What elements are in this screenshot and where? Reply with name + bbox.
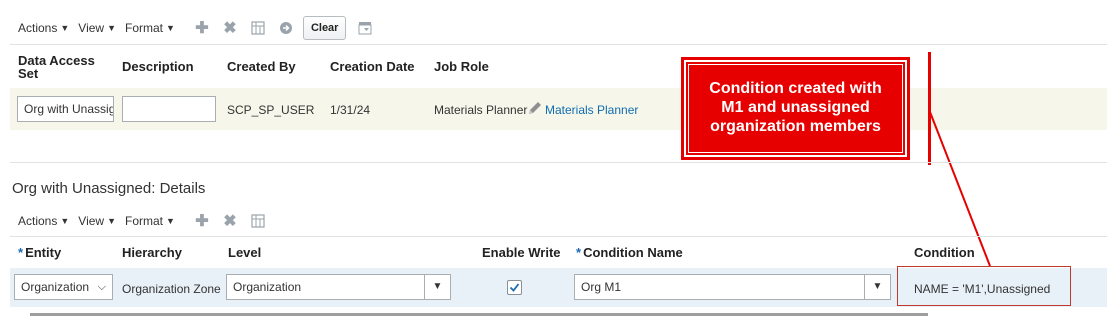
divider xyxy=(10,162,1107,163)
level-select-value: Organization xyxy=(233,280,302,294)
checkmark-icon xyxy=(509,283,520,292)
enable-write-checkbox[interactable] xyxy=(507,280,522,295)
actions-menu[interactable]: Actions ▼ xyxy=(18,214,69,228)
header-entity: * Entity xyxy=(18,245,62,260)
header-enable-write: Enable Write xyxy=(482,245,561,260)
horizontal-scrollbar[interactable] xyxy=(30,313,928,316)
format-menu[interactable]: Format ▼ xyxy=(125,214,175,228)
condition-value: NAME = 'M1',Unassigned xyxy=(914,282,1051,296)
dropdown-arrow-icon[interactable]: ▼ xyxy=(424,275,450,299)
header-condition-name: * Condition Name xyxy=(576,245,683,260)
header-level: Level xyxy=(228,245,262,260)
header-hierarchy: Hierarchy xyxy=(122,245,182,260)
details-title: Org with Unassigned: Details xyxy=(12,180,206,197)
delete-icon[interactable]: ✖ xyxy=(219,210,241,232)
chevron-down-icon: ⌵ xyxy=(97,281,106,293)
freeze-icon[interactable] xyxy=(247,210,269,232)
condition-name-value: Org M1 xyxy=(581,280,622,294)
hierarchy-value: Organization Zone xyxy=(122,282,221,296)
divider xyxy=(10,236,1107,237)
add-icon[interactable]: ✚ xyxy=(191,210,213,232)
view-menu[interactable]: View ▼ xyxy=(78,214,116,228)
condition-name-select[interactable]: Org M1 ▼ xyxy=(574,274,891,300)
dropdown-arrow-icon[interactable]: ▼ xyxy=(864,275,890,299)
entity-select-value: Organization xyxy=(21,280,90,294)
details-toolbar: Actions ▼ View ▼ Format ▼ ✚ ✖ xyxy=(18,208,275,234)
header-condition: Condition xyxy=(914,245,975,260)
entity-select[interactable]: Organization ⌵ xyxy=(14,274,113,300)
level-select[interactable]: Organization ▼ xyxy=(226,274,451,300)
